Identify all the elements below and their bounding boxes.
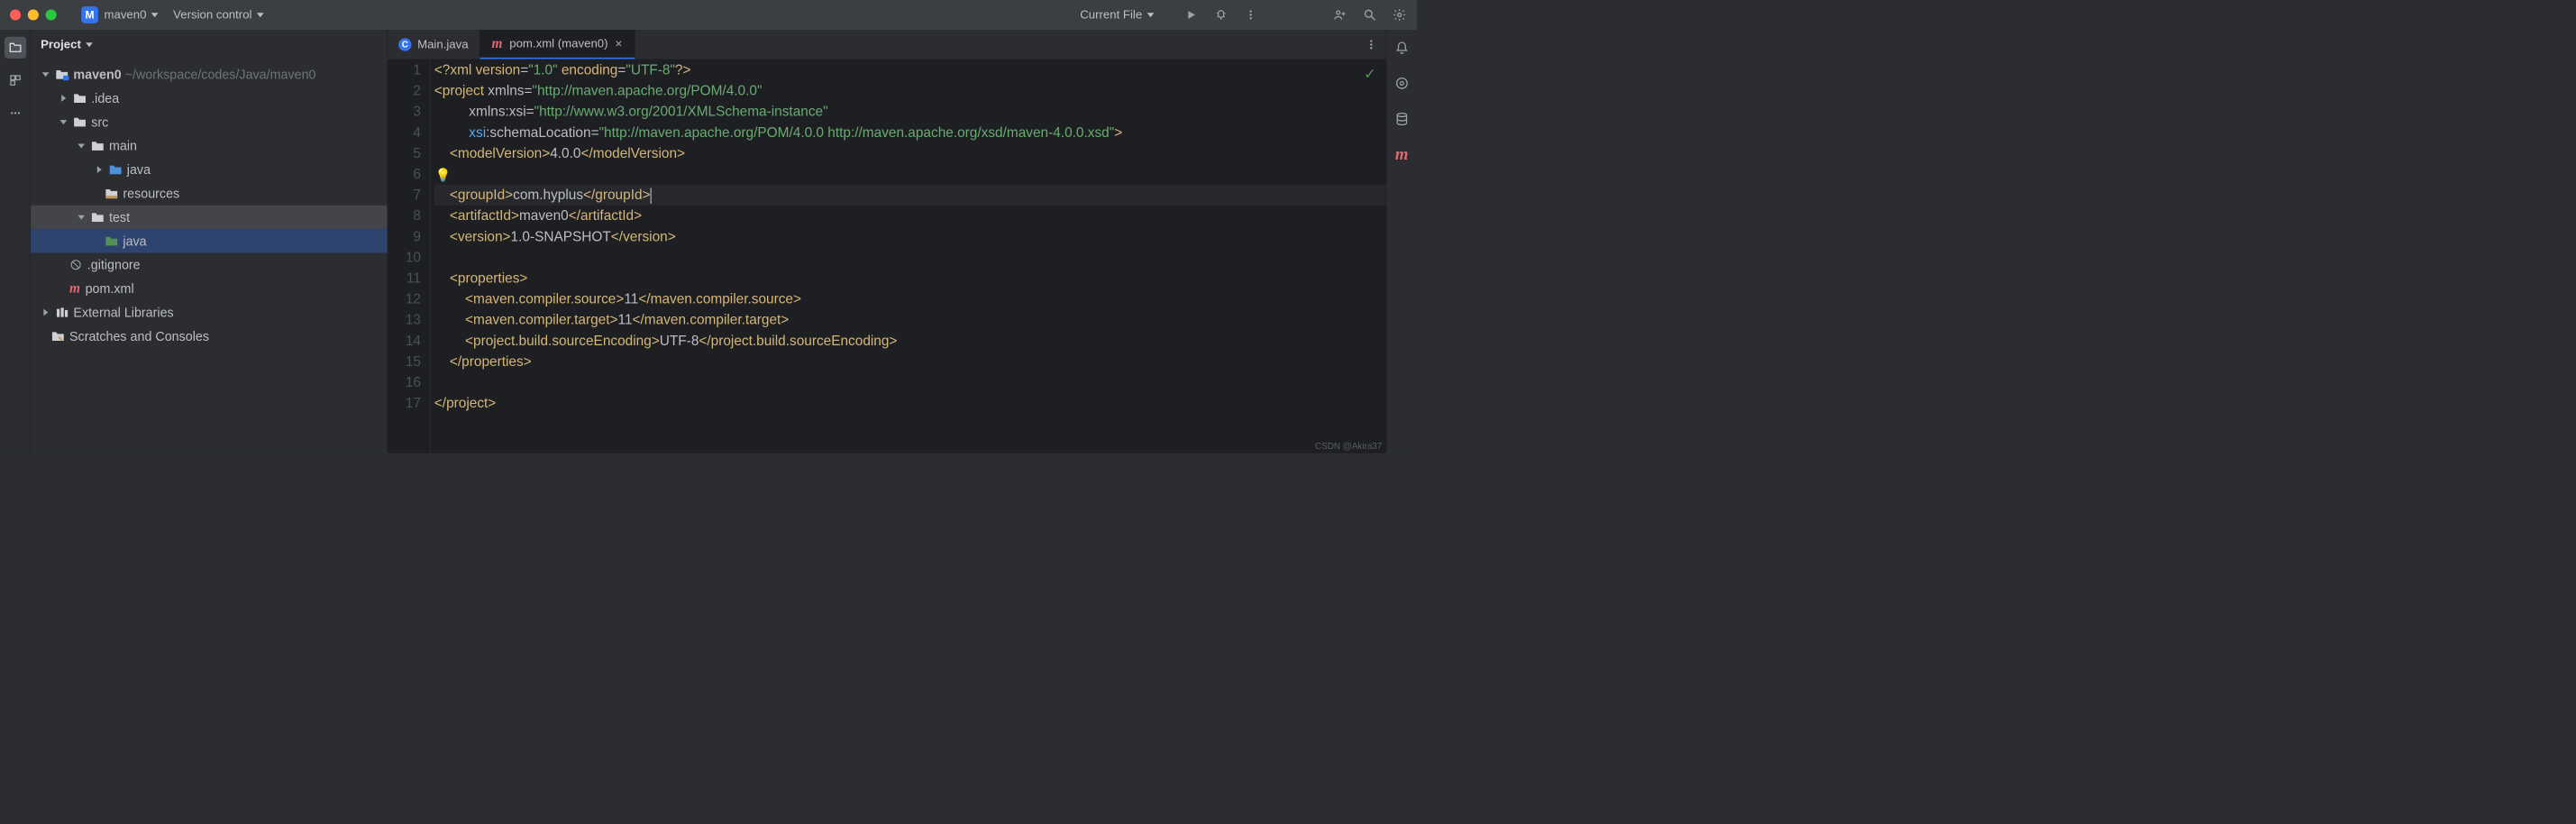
tree-label: java bbox=[127, 162, 151, 178]
module-icon bbox=[55, 67, 70, 82]
tree-pomxml[interactable]: m pom.xml bbox=[31, 277, 387, 300]
vcs-label: Version control bbox=[173, 8, 251, 22]
maven-icon: m bbox=[490, 37, 503, 50]
tree-label: pom.xml bbox=[86, 281, 134, 297]
window-controls bbox=[10, 9, 57, 20]
editor-tabs: C Main.java m pom.xml (maven0) bbox=[388, 30, 1386, 60]
tree-root[interactable]: maven0 ~/workspace/codes/Java/maven0 bbox=[31, 62, 387, 86]
tree-src[interactable]: src bbox=[31, 110, 387, 133]
tab-label: Main.java bbox=[417, 38, 468, 51]
tree-main[interactable]: main bbox=[31, 134, 387, 158]
maven-tool-button[interactable]: m bbox=[1391, 144, 1412, 166]
folder-icon bbox=[90, 210, 105, 225]
tree-java-main[interactable]: java bbox=[31, 158, 387, 181]
tree-label: main bbox=[109, 138, 137, 153]
line-gutter: 1234567891011121314151617 bbox=[388, 60, 430, 453]
gitignore-icon bbox=[69, 257, 84, 272]
maven-icon: m bbox=[69, 282, 81, 295]
folder-icon bbox=[90, 138, 105, 153]
tree-label: java bbox=[123, 233, 146, 249]
tree-resources[interactable]: resources bbox=[31, 181, 387, 205]
tree-label: .gitignore bbox=[87, 257, 141, 272]
scratches-icon bbox=[50, 329, 65, 344]
chevron-down-icon bbox=[1147, 13, 1155, 17]
watermark: CSDN @Akira37 bbox=[1315, 441, 1382, 452]
more-actions-button[interactable] bbox=[1243, 7, 1258, 23]
project-dropdown[interactable]: maven0 bbox=[105, 8, 159, 22]
tab-main-java[interactable]: C Main.java bbox=[388, 30, 480, 59]
database-button[interactable] bbox=[1391, 108, 1412, 130]
search-button[interactable] bbox=[1362, 7, 1377, 23]
tab-pom-xml[interactable]: m pom.xml (maven0) bbox=[480, 30, 635, 59]
more-tools-button[interactable] bbox=[5, 102, 26, 124]
tree-label: resources bbox=[123, 186, 179, 201]
tree-test[interactable]: test bbox=[31, 206, 387, 229]
title-bar: M maven0 Version control Current File bbox=[0, 0, 1417, 30]
settings-button[interactable] bbox=[1392, 7, 1407, 23]
project-panel: Project maven0 ~/workspace/codes/Java/ma… bbox=[31, 30, 388, 453]
minimize-window-icon[interactable] bbox=[28, 9, 39, 20]
close-window-icon[interactable] bbox=[10, 9, 21, 20]
test-folder-icon bbox=[105, 233, 120, 249]
tree-external-libraries[interactable]: External Libraries bbox=[31, 300, 387, 324]
code-with-me-button[interactable] bbox=[1332, 7, 1347, 23]
tree-root-label: maven0 ~/workspace/codes/Java/maven0 bbox=[73, 67, 315, 82]
folder-icon bbox=[72, 91, 87, 106]
tree-label: .idea bbox=[91, 90, 119, 105]
expand-icon[interactable] bbox=[77, 215, 87, 219]
notifications-button[interactable] bbox=[1391, 37, 1412, 59]
project-panel-header[interactable]: Project bbox=[31, 30, 387, 60]
folder-icon bbox=[72, 114, 87, 130]
project-badge-icon: M bbox=[81, 6, 98, 23]
tree-scratches[interactable]: Scratches and Consoles bbox=[31, 325, 387, 348]
tabs-more-button[interactable] bbox=[1357, 30, 1386, 59]
right-tool-rail: m bbox=[1386, 30, 1417, 453]
maximize-window-icon[interactable] bbox=[46, 9, 57, 20]
run-config-dropdown[interactable]: Current File bbox=[1080, 8, 1154, 22]
expand-icon[interactable] bbox=[95, 166, 105, 173]
resources-folder-icon bbox=[105, 186, 120, 201]
expand-icon[interactable] bbox=[41, 309, 50, 316]
debug-button[interactable] bbox=[1213, 7, 1229, 23]
tree-label: test bbox=[109, 209, 130, 224]
tab-label: pom.xml (maven0) bbox=[509, 37, 607, 50]
close-tab-icon[interactable] bbox=[614, 39, 624, 49]
expand-icon[interactable] bbox=[59, 95, 69, 102]
chevron-down-icon bbox=[86, 42, 93, 47]
source-folder-icon bbox=[108, 162, 123, 178]
current-file-label: Current File bbox=[1080, 8, 1142, 22]
structure-tool-button[interactable] bbox=[5, 69, 26, 91]
tree-gitignore[interactable]: .gitignore bbox=[31, 253, 387, 277]
vcs-dropdown[interactable]: Version control bbox=[173, 8, 264, 22]
tree-label: src bbox=[91, 114, 108, 130]
java-class-icon: C bbox=[398, 38, 411, 50]
code-content[interactable]: <?xml version="1.0" encoding="UTF-8"?> <… bbox=[430, 60, 1385, 453]
chevron-down-icon bbox=[151, 13, 159, 17]
libraries-icon bbox=[55, 305, 70, 320]
run-button[interactable] bbox=[1183, 7, 1199, 23]
panel-title: Project bbox=[41, 38, 81, 51]
expand-icon[interactable] bbox=[77, 143, 87, 148]
editor-area: C Main.java m pom.xml (maven0) ✓ 💡 12345… bbox=[388, 30, 1386, 453]
tree-label: External Libraries bbox=[73, 305, 173, 320]
project-tree: maven0 ~/workspace/codes/Java/maven0 .id… bbox=[31, 60, 387, 351]
intention-bulb-icon[interactable]: 💡 bbox=[435, 165, 452, 186]
expand-icon[interactable] bbox=[59, 120, 69, 124]
code-area[interactable]: 💡 1234567891011121314151617 <?xml versio… bbox=[388, 60, 1386, 453]
chevron-down-icon bbox=[257, 13, 264, 17]
tree-java-test[interactable]: java bbox=[31, 229, 387, 252]
tree-idea[interactable]: .idea bbox=[31, 87, 387, 110]
tree-label: Scratches and Consoles bbox=[69, 328, 209, 343]
project-tool-button[interactable] bbox=[5, 37, 26, 59]
project-name: maven0 bbox=[105, 8, 147, 22]
expand-icon[interactable] bbox=[41, 72, 50, 77]
left-tool-rail bbox=[0, 30, 31, 453]
ai-assistant-button[interactable] bbox=[1391, 72, 1412, 94]
